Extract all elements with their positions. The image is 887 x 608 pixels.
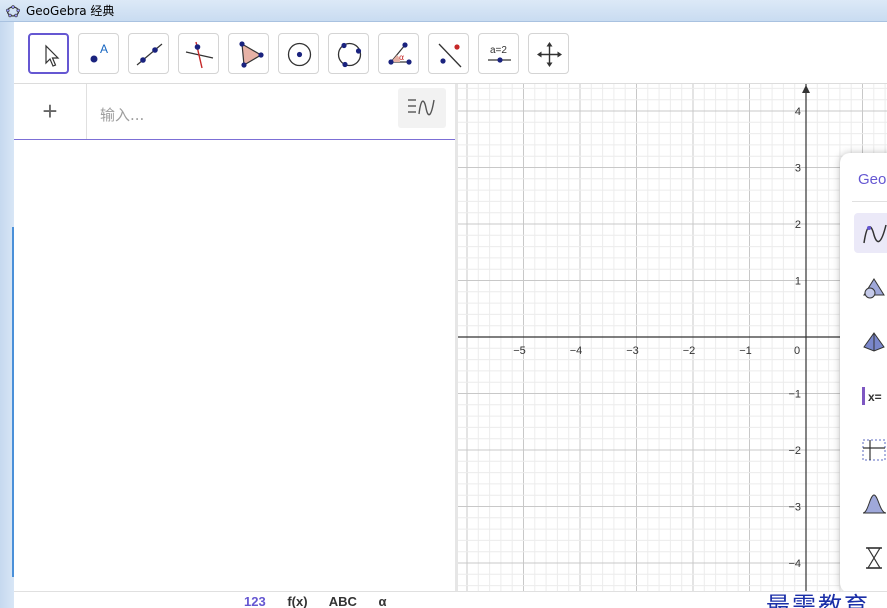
panel-separator xyxy=(852,201,887,202)
line-tool-button[interactable] xyxy=(128,33,169,74)
y-tick-label: 1 xyxy=(795,276,801,288)
add-item-button[interactable]: + xyxy=(36,98,64,126)
svg-text:α: α xyxy=(399,53,404,62)
perspective-geometry[interactable] xyxy=(854,267,887,307)
perspective-graphing[interactable] xyxy=(854,213,887,253)
input-divider xyxy=(86,84,87,139)
keyboard-tab-functions[interactable]: f(x) xyxy=(287,594,307,608)
reflect-about-line-icon xyxy=(438,43,462,68)
perspectives-panel: Geo x= xyxy=(840,153,887,593)
algebra-style-button[interactable] xyxy=(398,88,446,128)
perspective-3d[interactable] xyxy=(854,321,887,361)
cas-icon: x= xyxy=(862,387,882,405)
keyboard-tab-numbers[interactable]: 123 xyxy=(244,594,266,608)
y-tick-label: −1 xyxy=(788,389,801,401)
perspective-exam[interactable] xyxy=(854,537,887,577)
circle-three-points-tool-button[interactable] xyxy=(328,33,369,74)
keyboard-tab-letters[interactable]: ABC xyxy=(329,594,357,608)
y-tick-label: −2 xyxy=(788,445,801,457)
x-tick-label: −4 xyxy=(570,345,583,357)
y-tick-label: 3 xyxy=(795,163,801,175)
y-tick-label: 2 xyxy=(795,219,801,231)
svg-text:A: A xyxy=(100,42,108,56)
svg-text:x=: x= xyxy=(868,390,882,404)
algebra-input-field[interactable]: 输入... xyxy=(100,104,144,125)
title-bar: GeoGebra 经典 xyxy=(0,0,887,22)
y-tick-label: −4 xyxy=(788,558,801,570)
perpendicular-line-tool-button[interactable] xyxy=(178,33,219,74)
x-tick-label: −1 xyxy=(739,345,752,357)
polygon-tool-button[interactable] xyxy=(228,33,269,74)
coordinate-grid: −5 −4 −3 −2 −1 0 4 3 2 1 −1 −2 −3 −4 xyxy=(458,84,887,591)
graph-curve-icon xyxy=(863,224,887,244)
point-icon: A xyxy=(90,42,108,63)
move-tool-button[interactable] xyxy=(28,33,69,74)
angle-icon: α xyxy=(388,42,412,65)
perspective-spreadsheet[interactable] xyxy=(854,429,887,469)
algebra-input-row: + 输入... xyxy=(14,84,455,140)
slider-icon: a=2 xyxy=(488,45,511,63)
window-frame-left xyxy=(0,22,14,608)
hourglass-icon xyxy=(866,547,882,569)
move-view-icon xyxy=(537,42,562,67)
perspective-cas[interactable]: x= xyxy=(854,375,887,415)
geogebra-logo-icon xyxy=(6,4,20,17)
line-through-points-icon xyxy=(136,43,163,66)
x-tick-label: −2 xyxy=(683,345,696,357)
table-icon xyxy=(862,439,886,461)
perspectives-panel-title: Geo xyxy=(858,171,887,188)
bell-curve-icon xyxy=(862,494,887,514)
svg-text:a=2: a=2 xyxy=(490,45,507,56)
watermark-text: 最需教育 xyxy=(766,592,870,608)
circle-three-points-icon xyxy=(337,42,362,68)
slider-tool-button[interactable]: a=2 xyxy=(478,33,519,74)
geometry-shapes-icon xyxy=(863,278,885,299)
x-tick-label: −3 xyxy=(626,345,639,357)
polygon-icon xyxy=(239,41,264,68)
pyramid-icon xyxy=(863,332,885,352)
reflect-line-tool-button[interactable] xyxy=(428,33,469,74)
graphics-view[interactable]: −5 −4 −3 −2 −1 0 4 3 2 1 −1 −2 −3 −4 xyxy=(458,84,887,591)
perspective-probability[interactable] xyxy=(854,483,887,523)
arrow-cursor-icon xyxy=(45,44,60,67)
angle-tool-button[interactable]: α xyxy=(378,33,419,74)
perpendicular-line-icon xyxy=(185,41,214,69)
x-tick-label: 0 xyxy=(794,345,800,357)
keyboard-bar: 123 f(x) ABC α xyxy=(14,591,887,608)
y-tick-label: 4 xyxy=(795,106,801,118)
circle-center-icon xyxy=(287,42,312,67)
algebra-description-icon xyxy=(408,99,435,116)
keyboard-tab-greek[interactable]: α xyxy=(378,594,386,608)
circle-center-point-tool-button[interactable] xyxy=(278,33,319,74)
point-tool-button[interactable]: A xyxy=(78,33,119,74)
move-graphics-tool-button[interactable] xyxy=(528,33,569,74)
window-title: GeoGebra 经典 xyxy=(26,4,115,18)
x-tick-label: −5 xyxy=(513,345,526,357)
algebra-view: + 输入... xyxy=(14,84,455,591)
y-tick-label: −3 xyxy=(788,502,801,514)
y-axis-arrow xyxy=(802,85,810,93)
toolbar: A α a=2 xyxy=(14,22,887,84)
